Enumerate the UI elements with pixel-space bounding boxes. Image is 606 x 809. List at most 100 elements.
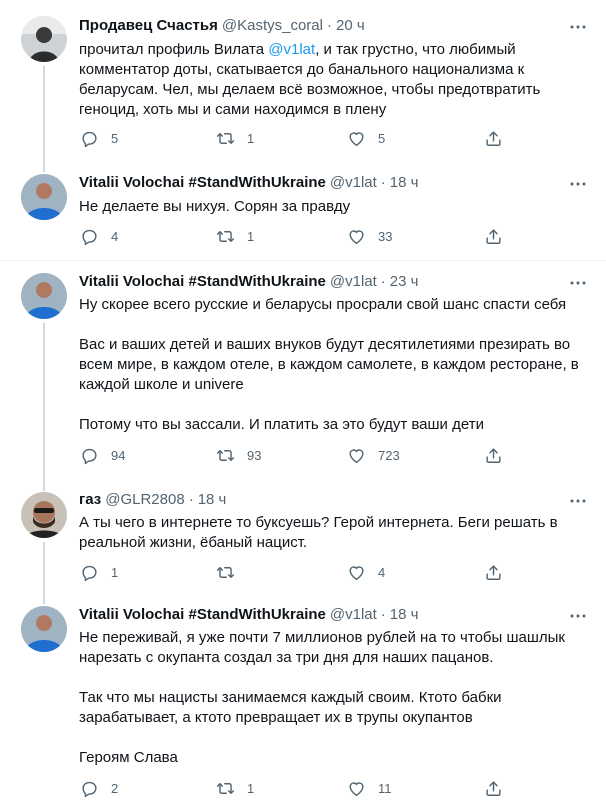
author-name[interactable]: Vitalii Volochai #StandWithUkraine	[79, 606, 326, 623]
retweet-count: 1	[247, 229, 255, 244]
author-handle[interactable]: @v1lat	[330, 174, 377, 191]
text-line: Не делаете вы нихуя. Сорян за правду	[79, 198, 351, 215]
share-button[interactable]	[484, 227, 503, 246]
like-button[interactable]: 723	[347, 446, 400, 465]
retweet-icon	[216, 231, 235, 242]
text-line: комментатор доты, скатывается до банальн…	[79, 61, 525, 78]
reply-icon	[82, 565, 97, 582]
retweet-count: 1	[247, 781, 255, 796]
share-button[interactable]	[484, 563, 503, 582]
retweet-icon	[216, 133, 235, 144]
reply-icon	[82, 448, 97, 465]
timestamp[interactable]: 18 ч	[390, 606, 419, 623]
retweet-count: 1	[247, 131, 255, 146]
like-icon	[349, 132, 364, 146]
text-line: зарабатывает, а ктото превращает их в тр…	[79, 709, 473, 726]
reply-icon	[82, 229, 97, 246]
share-button[interactable]	[484, 779, 503, 798]
retweet-icon	[216, 567, 235, 578]
retweet-button[interactable]: 1	[216, 779, 254, 798]
text-segment: , и так грустно, что любимый	[315, 41, 516, 58]
reply-button[interactable]: 94	[80, 446, 125, 465]
author-name[interactable]: газ	[79, 491, 101, 508]
more-icon[interactable]	[568, 491, 588, 511]
like-count: 5	[378, 131, 386, 146]
reply-button[interactable]: 2	[80, 779, 118, 798]
mention-link[interactable]: @v1lat	[268, 41, 315, 58]
timestamp[interactable]: 18 ч	[198, 491, 227, 508]
like-button[interactable]: 11	[347, 779, 392, 798]
text-line: беларусам. Чел, мы делаем всё возможное,…	[79, 81, 541, 98]
text-line: А ты чего в интернете то буксуешь? Герой…	[79, 514, 558, 531]
tweet-2[interactable]: Vitalii Volochai #StandWithUkraine @v1la…	[0, 160, 606, 260]
share-button[interactable]	[484, 446, 503, 465]
retweet-button[interactable]: 93	[216, 446, 261, 465]
reply-button[interactable]: 5	[80, 129, 118, 148]
separator-dot: ·	[380, 174, 386, 191]
like-icon	[349, 449, 364, 463]
tweet-text: Ну скорее всего русские и беларусы проср…	[79, 295, 579, 435]
author-handle[interactable]: @v1lat	[330, 606, 377, 623]
more-icon[interactable]	[568, 273, 588, 293]
separator-dot: ·	[380, 273, 386, 290]
separator-dot: ·	[188, 491, 194, 508]
timestamp[interactable]: 23 ч	[390, 273, 419, 290]
more-icon[interactable]	[568, 17, 588, 37]
retweet-button[interactable]: 1	[216, 129, 254, 148]
text-line: геноцид, хоть мы и сами находимся в плен…	[79, 101, 387, 118]
thread-line	[43, 160, 45, 172]
like-icon	[349, 566, 364, 580]
retweet-button[interactable]	[216, 563, 247, 582]
thread-line	[43, 66, 45, 166]
more-icon[interactable]	[568, 606, 588, 626]
avatar[interactable]	[21, 273, 67, 319]
reply-count: 2	[111, 781, 119, 796]
like-count: 33	[378, 229, 393, 244]
author-handle[interactable]: @GLR2808	[105, 491, 184, 508]
avatar[interactable]	[21, 606, 67, 652]
reply-button[interactable]: 1	[80, 563, 118, 582]
separator-dot: ·	[380, 606, 386, 623]
author-name[interactable]: Vitalii Volochai #StandWithUkraine	[79, 273, 326, 290]
tweet-3[interactable]: Vitalii Volochai #StandWithUkraine @v1la…	[0, 261, 606, 483]
thread-line	[43, 542, 45, 596]
like-button[interactable]: 5	[347, 129, 385, 148]
tweet-header: Vitalii Volochai #StandWithUkraine @v1la…	[79, 273, 418, 290]
tweet-actions: 4 1 33	[76, 227, 506, 251]
tweet-5[interactable]: Vitalii Volochai #StandWithUkraine @v1la…	[0, 596, 606, 809]
more-icon[interactable]	[568, 174, 588, 194]
thread-line	[43, 483, 45, 491]
text-line: нарезать с окупанта создал за три дня дл…	[79, 649, 494, 666]
avatar[interactable]	[21, 16, 67, 62]
tweet-4[interactable]: газ @GLR2808 · 18 ч А ты чего в интернет…	[0, 483, 606, 596]
timestamp[interactable]: 18 ч	[390, 174, 419, 191]
reply-button[interactable]: 4	[80, 227, 118, 246]
retweet-button[interactable]: 1	[216, 227, 254, 246]
like-button[interactable]: 33	[347, 227, 392, 246]
reply-icon	[82, 781, 97, 798]
share-button[interactable]	[484, 129, 503, 148]
text-line: Потому что вы зассали. И платить за это …	[79, 416, 484, 433]
avatar[interactable]	[21, 492, 67, 538]
like-icon	[349, 230, 364, 244]
tweet-actions: 1 4	[76, 563, 506, 587]
thread-line	[43, 323, 45, 483]
author-name[interactable]: Vitalii Volochai #StandWithUkraine	[79, 174, 326, 191]
like-button[interactable]: 4	[347, 563, 385, 582]
author-name[interactable]: Продавец Счастья	[79, 17, 218, 34]
tweet-header: Vitalii Volochai #StandWithUkraine @v1la…	[79, 174, 418, 191]
author-handle[interactable]: @Kastys_coral	[222, 17, 323, 34]
text-line: Так что мы нацисты занимаемся каждый сво…	[79, 689, 502, 706]
retweet-icon	[216, 783, 235, 794]
timestamp[interactable]: 20 ч	[336, 17, 365, 34]
text-line: всем мире, в каждом отеле, в каждом само…	[79, 356, 579, 373]
reply-count: 4	[111, 229, 119, 244]
tweet-header: Vitalii Volochai #StandWithUkraine @v1la…	[79, 606, 418, 623]
tweet-text: прочитал профиль Вилата @v1lat, и так гр…	[79, 40, 579, 120]
author-handle[interactable]: @v1lat	[330, 273, 377, 290]
tweet-1[interactable]: Продавец Счастья @Kastys_coral · 20 ч пр…	[0, 0, 606, 166]
share-icon	[486, 229, 501, 244]
share-icon	[486, 781, 501, 796]
avatar[interactable]	[21, 174, 67, 220]
tweet-text: Не переживай, я уже почти 7 миллионов ру…	[79, 628, 579, 768]
